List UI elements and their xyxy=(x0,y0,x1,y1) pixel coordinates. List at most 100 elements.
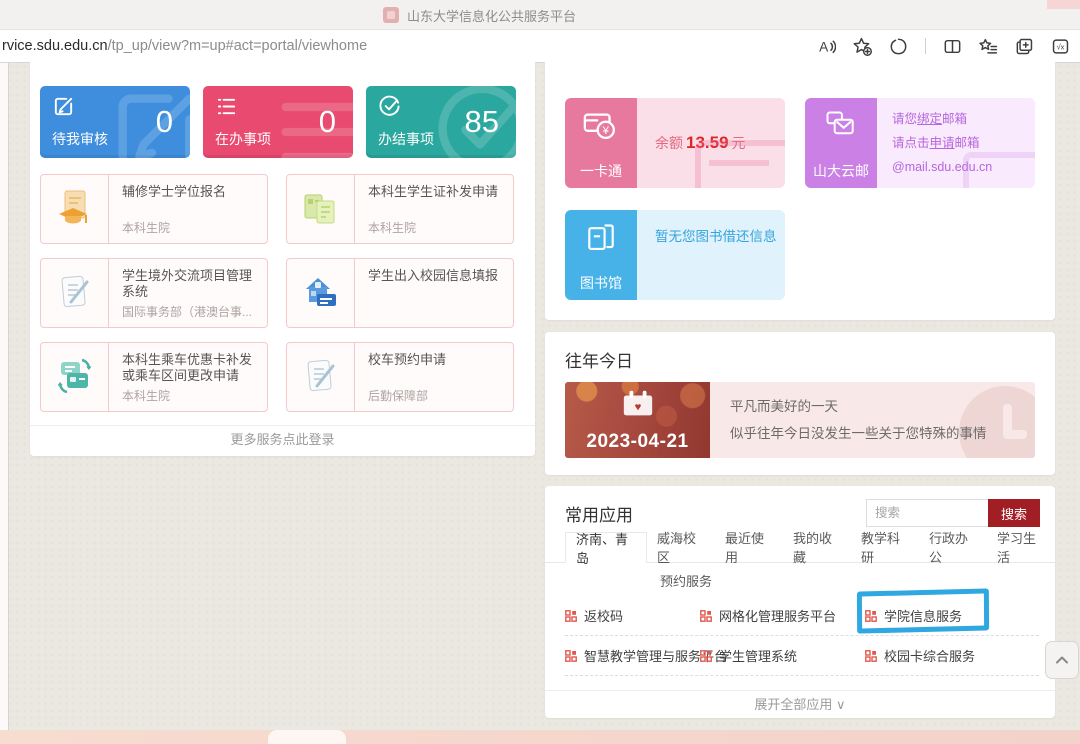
grid-icon xyxy=(565,650,577,662)
service-card-transit-card[interactable]: 本科生乘车优惠卡补发或乘车区间更改申请 本科生院 xyxy=(40,342,268,412)
service-title: 学生出入校园信息填报 xyxy=(368,268,505,284)
grid-icon xyxy=(700,650,712,662)
service-card-student-id[interactable]: 本科生学生证补发申请 本科生院 xyxy=(286,174,514,244)
edit-watermark-icon xyxy=(106,86,190,158)
url-path: /tp_up/view?m=up#act=portal/viewhome xyxy=(108,38,368,54)
app-tabs-row2: 预约服务 xyxy=(545,568,722,592)
tab-admin-office[interactable]: 行政办公 xyxy=(919,532,987,562)
svg-text:√x: √x xyxy=(1057,42,1065,51)
copilot-icon[interactable] xyxy=(889,37,908,56)
svg-text:♥: ♥ xyxy=(634,402,641,414)
site-favicon-icon xyxy=(383,7,399,23)
more-services-link[interactable]: 更多服务点此登录 xyxy=(30,425,535,452)
card-yuan-icon: ¥ xyxy=(582,110,620,144)
cloud-mail-badge: 山大云邮 xyxy=(805,98,877,188)
date-photo-block: ♥ 2023-04-21 xyxy=(565,382,710,458)
common-apps-title: 常用应用 xyxy=(565,501,633,526)
browser-window: 山东大学信息化公共服务平台 rvice.sdu.edu.cn/tp_up/vie… xyxy=(0,0,1080,744)
expand-all-apps[interactable]: 展开全部应用 ∨ xyxy=(545,690,1055,718)
app-return-code[interactable]: 返校码 xyxy=(565,606,700,625)
service-title: 校车预约申请 xyxy=(368,352,505,368)
mail-icon xyxy=(823,110,859,142)
cloud-mail-label: 山大云邮 xyxy=(805,161,877,181)
svg-text:¥: ¥ xyxy=(602,125,610,137)
browser-toolbar: A √x xyxy=(817,30,1070,62)
library-badge: 图书馆 xyxy=(565,210,637,300)
grid-icon xyxy=(565,610,577,622)
tab-my-favorites[interactable]: 我的收藏 xyxy=(783,532,851,562)
grid-icon xyxy=(700,610,712,622)
service-title: 本科生乘车优惠卡补发或乘车区间更改申请 xyxy=(122,352,259,384)
app-campus-card-services[interactable]: 校园卡综合服务 xyxy=(865,646,1039,665)
tab-recent[interactable]: 最近使用 xyxy=(715,532,783,562)
bottom-tab-fragment xyxy=(268,730,346,744)
cloud-mail-body: 请您绑定邮箱 请点击申请邮箱 @mail.sdu.edu.cn xyxy=(877,98,1035,188)
tab-jinan-qingdao[interactable]: 济南、青岛 xyxy=(565,532,647,563)
split-screen-icon[interactable] xyxy=(943,37,962,56)
on-this-day-banner: ♥ 2023-04-21 平凡而美好的一天 似乎往年今日没发生一些关于您特殊的事… xyxy=(565,382,1035,458)
chevron-up-icon xyxy=(1054,652,1070,668)
app-row: 返校码 网格化管理服务平台 学院信息服务 xyxy=(565,596,1039,636)
collections-icon[interactable] xyxy=(1015,37,1034,56)
history-line1: 平凡而美好的一天 xyxy=(730,393,1035,420)
browser-tab-bar: 山东大学信息化公共服务平台 xyxy=(0,0,1080,30)
add-favorite-icon[interactable] xyxy=(853,37,872,56)
tab-teaching-research[interactable]: 教学科研 xyxy=(851,532,919,562)
service-card-minor-degree[interactable]: 辅修学士学位报名 本科生院 xyxy=(40,174,268,244)
pending-review-card[interactable]: 待我审核 0 xyxy=(40,86,190,158)
tab-reservation[interactable]: 预约服务 xyxy=(650,571,722,590)
mail-watermark-icon xyxy=(963,152,1035,188)
todo-services-panel: 待我审核 0 在办事项 0 xyxy=(30,62,535,456)
campus-card-widget[interactable]: ¥ 一卡通 余额13.59元 xyxy=(565,98,785,188)
list-icon xyxy=(215,95,238,118)
bottom-bar xyxy=(0,730,1080,744)
mail-apply-line[interactable]: 请点击申请邮箱 xyxy=(892,136,980,150)
stat-label: 办结事项 xyxy=(378,129,434,149)
app-college-info[interactable]: 学院信息服务 xyxy=(865,606,1039,625)
stat-label: 在办事项 xyxy=(215,129,271,149)
calendar-heart-icon: ♥ xyxy=(621,389,655,424)
app-smart-teaching[interactable]: 智慧教学管理与服务平台 xyxy=(565,646,700,665)
app-grid-management[interactable]: 网格化管理服务平台 xyxy=(700,606,865,625)
card-watermark-icon xyxy=(695,140,785,188)
service-card-overseas-exchange[interactable]: 学生境外交流项目管理系统 国际事务部（港澳台事... xyxy=(40,258,268,328)
completed-card[interactable]: 办结事项 85 xyxy=(366,86,516,158)
service-dept: 本科生院 xyxy=(368,219,505,236)
edit-icon xyxy=(52,95,75,118)
mail-bind-line[interactable]: 请您绑定邮箱 xyxy=(892,112,967,126)
page-content: 待我审核 0 在办事项 0 xyxy=(0,63,1080,730)
tab-study-life[interactable]: 学习生活 xyxy=(987,532,1055,562)
favorites-icon[interactable] xyxy=(979,37,998,56)
books-icon xyxy=(583,222,619,256)
stat-cards: 待我审核 0 在办事项 0 xyxy=(40,86,525,158)
service-title: 本科生学生证补发申请 xyxy=(368,184,505,200)
document-pencil-icon xyxy=(41,259,109,327)
on-this-day-panel: 往年今日 ♥ 2023-04-21 平凡而美好的一天 似乎往年今日没发生一些关于… xyxy=(545,332,1055,475)
app-search: 搜索 xyxy=(866,499,1040,527)
library-label: 图书馆 xyxy=(565,273,637,293)
browser-tab[interactable]: 山东大学信息化公共服务平台 xyxy=(383,0,576,30)
app-student-management[interactable]: 学生管理系统 xyxy=(700,646,865,665)
url-field[interactable]: rvice.sdu.edu.cn/tp_up/view?m=up#act=por… xyxy=(2,30,367,62)
history-line2: 似乎往年今日没发生一些关于您特殊的事情 xyxy=(730,420,1035,447)
cloud-mail-widget[interactable]: 山大云邮 请您绑定邮箱 请点击申请邮箱 @mail.sdu.edu.cn xyxy=(805,98,1035,188)
service-cards: 辅修学士学位报名 本科生院 本科生学生证补发申请 本科生院 xyxy=(40,174,525,412)
campus-card-badge: ¥ 一卡通 xyxy=(565,98,637,188)
service-title: 辅修学士学位报名 xyxy=(122,184,259,200)
scroll-top-button[interactable] xyxy=(1045,641,1079,679)
service-card-school-bus[interactable]: 校车预约申请 后勤保障部 xyxy=(286,342,514,412)
stat-label: 待我审核 xyxy=(52,129,108,149)
personal-info-panel: ¥ 一卡通 余额13.59元 山大云邮 请您绑定邮箱 请点击申请邮箱 xyxy=(545,62,1055,320)
tab-weihai[interactable]: 威海校区 xyxy=(647,532,715,562)
window-corner-fragment xyxy=(1047,0,1080,9)
read-aloud-icon[interactable]: A xyxy=(817,37,836,56)
in-progress-card[interactable]: 在办事项 0 xyxy=(203,86,353,158)
search-input[interactable] xyxy=(866,499,988,527)
service-dept: 国际事务部（港澳台事... xyxy=(122,303,259,320)
library-body: 暂无您图书借还信息 xyxy=(637,210,785,300)
library-widget[interactable]: 图书馆 暂无您图书借还信息 xyxy=(565,210,785,300)
math-solver-icon[interactable]: √x xyxy=(1051,37,1070,56)
service-card-campus-entry[interactable]: 学生出入校园信息填报 xyxy=(286,258,514,328)
service-dept: 本科生院 xyxy=(122,387,259,404)
search-button[interactable]: 搜索 xyxy=(988,499,1040,527)
